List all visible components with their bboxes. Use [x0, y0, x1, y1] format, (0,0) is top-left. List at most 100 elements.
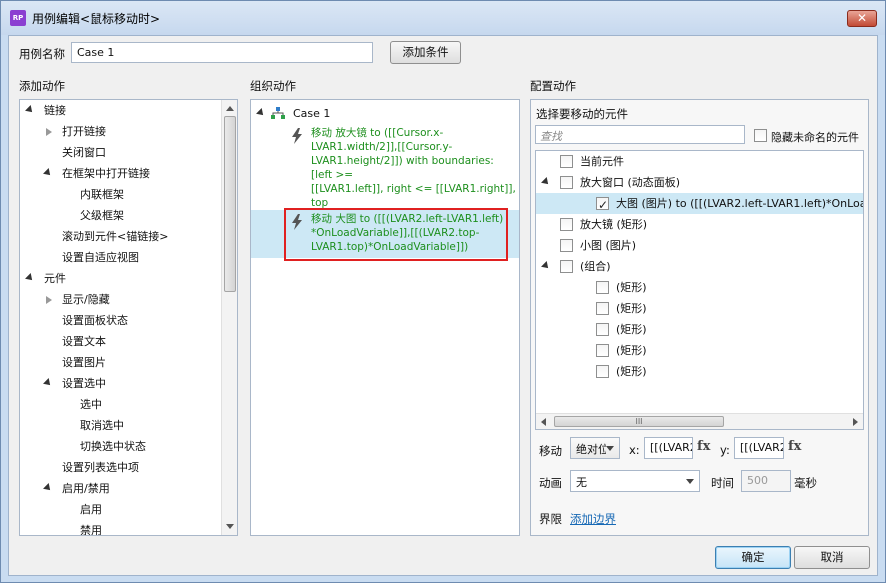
action-tree-label: 元件 — [44, 272, 66, 285]
widget-checkbox[interactable] — [596, 323, 609, 336]
action-tree-label: 显示/隐藏 — [62, 293, 110, 306]
chevron-down-icon — [686, 479, 694, 484]
collapse-icon[interactable] — [25, 105, 35, 115]
y-fx-button[interactable]: fx — [788, 439, 801, 454]
widget-tree-row[interactable]: 当前元件 — [536, 151, 863, 172]
expand-icon[interactable] — [256, 108, 266, 118]
widget-checkbox[interactable] — [596, 302, 609, 315]
add-condition-button[interactable]: 添加条件 — [390, 41, 461, 64]
action-tree-label: 启用/禁用 — [62, 482, 110, 495]
animation-select[interactable]: 无 — [570, 470, 700, 492]
action-tree-label: 取消选中 — [80, 419, 124, 432]
case-name-input[interactable]: Case 1 — [71, 42, 373, 63]
select-widget-label: 选择要移动的元件 — [536, 107, 628, 121]
widget-label: (矩形) — [616, 302, 647, 315]
action-tree-label: 禁用 — [80, 524, 102, 536]
widget-tree-row[interactable]: (组合) — [536, 256, 863, 277]
close-button[interactable]: ✕ — [847, 10, 877, 27]
widget-checkbox[interactable] — [560, 218, 573, 231]
dialog-body: 用例名称 Case 1 添加条件 添加动作 组织动作 配置动作 链接 打开链接 关闭… — [8, 35, 878, 576]
widget-label: (矩形) — [616, 323, 647, 336]
collapse-icon[interactable] — [43, 168, 53, 178]
action-tree-label: 关闭窗口 — [62, 146, 106, 159]
widget-tree-row[interactable]: (矩形) — [536, 319, 863, 340]
dialog-window: RP 用例编辑<鼠标移动时> ✕ 用例名称 Case 1 添加条件 添加动作 组… — [0, 0, 886, 583]
scroll-right-icon[interactable] — [853, 418, 858, 426]
hide-unnamed-checkbox[interactable] — [754, 129, 767, 142]
action-tree-label: 选中 — [80, 398, 102, 411]
move-mode-value: 绝对位 — [576, 443, 606, 456]
action-text-line: LVAR1.width/2]],[[Cursor.y- — [311, 141, 453, 153]
widget-checkbox[interactable] — [596, 344, 609, 357]
action-tree-label: 设置自适应视图 — [62, 251, 139, 264]
widget-tree-row[interactable]: (矩形) — [536, 298, 863, 319]
widget-label: 大图 (图片) to ([[(LVAR2.left-LVAR1.left)*On… — [616, 197, 863, 210]
widget-tree-row[interactable]: 小图 (图片) — [536, 235, 863, 256]
collapse-icon[interactable] — [43, 378, 53, 388]
scroll-down-icon[interactable] — [226, 524, 234, 529]
move-mode-select[interactable]: 绝对位 — [570, 437, 620, 459]
search-input[interactable]: 查找 — [535, 125, 745, 144]
widget-label: 放大镜 (矩形) — [580, 218, 648, 231]
horizontal-scrollbar[interactable]: III — [536, 413, 863, 429]
widget-checkbox[interactable] — [596, 281, 609, 294]
scroll-left-icon[interactable] — [541, 418, 546, 426]
animation-value: 无 — [576, 476, 587, 489]
collapse-icon[interactable] — [541, 177, 551, 187]
widget-label: (矩形) — [616, 365, 647, 378]
x-label: x: — [629, 443, 640, 457]
widget-checkbox[interactable] — [560, 176, 573, 189]
widget-tree-row[interactable]: (矩形) — [536, 340, 863, 361]
chevron-down-icon — [606, 446, 614, 451]
hscroll-thumb[interactable]: III — [554, 416, 724, 427]
action-item-2[interactable]: 移动 大图 to ([[(LVAR2.left-LVAR1.left) *OnLo… — [251, 208, 519, 261]
widget-tree-row[interactable]: 放大镜 (矩形) — [536, 214, 863, 235]
action-text-line: [[LVAR1.left]], right <= [[LVAR1.right]]… — [311, 183, 516, 209]
ok-button[interactable]: 确定 — [715, 546, 791, 569]
move-label: 移动 — [539, 444, 562, 458]
app-icon: RP — [10, 10, 26, 26]
action-tree-label: 在框架中打开链接 — [62, 167, 150, 180]
add-action-scrollbar[interactable] — [221, 100, 237, 535]
widget-checkbox[interactable] — [596, 365, 609, 378]
widget-checkbox[interactable] — [596, 195, 609, 216]
expand-icon[interactable] — [46, 296, 52, 304]
add-bounds-link[interactable]: 添加边界 — [570, 511, 616, 527]
bounds-label: 界限 — [539, 512, 562, 526]
widget-checkbox[interactable] — [560, 239, 573, 252]
cancel-button[interactable]: 取消 — [794, 546, 870, 569]
widget-tree-row[interactable]: 大图 (图片) to ([[(LVAR2.left-LVAR1.left)*On… — [536, 193, 863, 216]
widget-label: 当前元件 — [580, 155, 624, 168]
widget-checkbox[interactable] — [560, 155, 573, 168]
action-tree-label: 设置选中 — [62, 377, 106, 390]
x-fx-button[interactable]: fx — [697, 439, 710, 454]
action-text-line: 移动 放大镜 to ([[Cursor.x- — [311, 127, 444, 139]
y-input[interactable]: [[(LVAR2 — [734, 437, 784, 459]
widget-tree-row[interactable]: (矩形) — [536, 277, 863, 298]
case-label: Case 1 — [293, 107, 331, 120]
title-bar[interactable]: RP 用例编辑<鼠标移动时> ✕ — [1, 1, 885, 35]
collapse-icon[interactable] — [43, 483, 53, 493]
add-action-tree: 链接 打开链接 关闭窗口 在框架中打开链接 内联框架 父级框架 滚动到元件<锚链接> 设置自适… — [19, 99, 238, 536]
scroll-up-icon[interactable] — [226, 106, 234, 111]
action-item-1[interactable]: 移动 放大镜 to ([[Cursor.x- LVAR1.width/2]],[[… — [251, 124, 519, 237]
expand-icon[interactable] — [46, 128, 52, 136]
scroll-thumb[interactable] — [224, 116, 236, 292]
case-name-label: 用例名称 — [19, 47, 65, 61]
action-tree-label: 启用 — [80, 503, 102, 516]
action-tree-label: 滚动到元件<锚链接> — [62, 230, 169, 243]
collapse-icon[interactable] — [25, 273, 35, 283]
action-tree-label: 设置文本 — [62, 335, 106, 348]
widget-tree-row[interactable]: (矩形) — [536, 361, 863, 382]
time-input[interactable]: 500 — [741, 470, 791, 492]
widget-tree-row[interactable]: 放大窗口 (动态面板) — [536, 172, 863, 193]
window-title: 用例编辑<鼠标移动时> — [32, 12, 161, 26]
x-input[interactable]: [[(LVAR2 — [644, 437, 693, 459]
action-tree-label: 设置列表选中项 — [62, 461, 139, 474]
widget-label: (矩形) — [616, 344, 647, 357]
action-text-line: LVAR1.height/2]]) with boundaries: [left… — [311, 155, 494, 181]
case-icon — [271, 107, 285, 119]
widget-checkbox[interactable] — [560, 260, 573, 273]
collapse-icon[interactable] — [541, 261, 551, 271]
widget-tree: 当前元件放大窗口 (动态面板) 大图 (图片) to ([[(LVAR2.left… — [535, 150, 864, 430]
